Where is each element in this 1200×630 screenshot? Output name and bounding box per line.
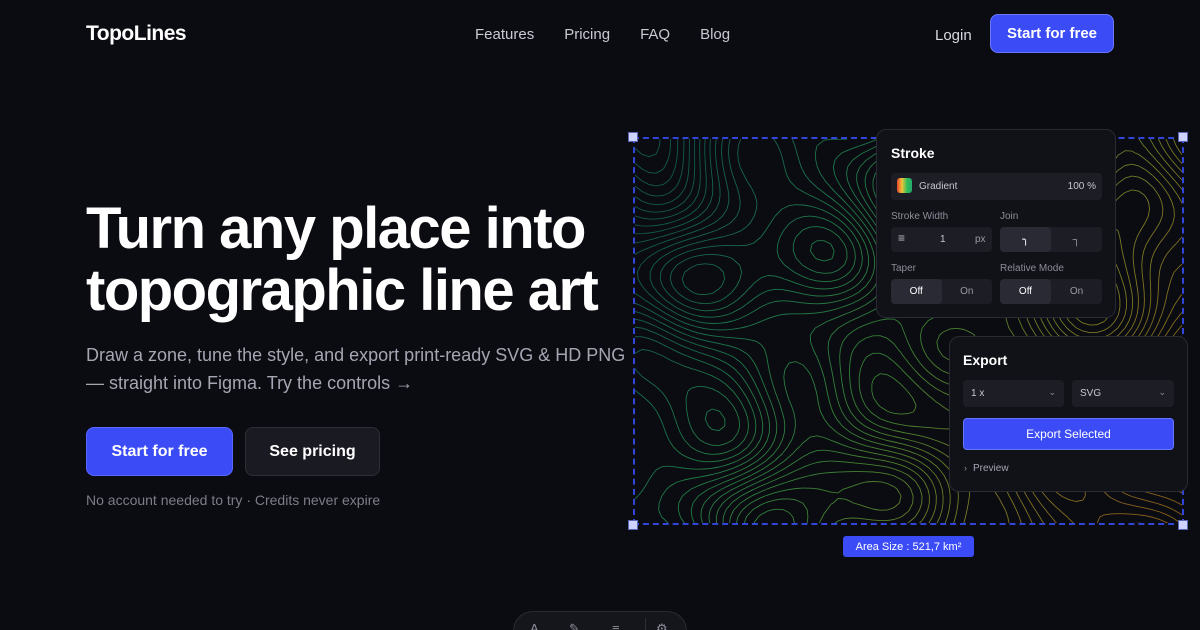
lines-icon: ≡ [898, 231, 906, 245]
stroke-panel: Stroke Gradient 100 % Stroke Width Join … [876, 129, 1116, 318]
hero-note: No account needed to try · Credits never… [86, 492, 381, 508]
export-panel-title: Export [963, 352, 1008, 368]
format-value: SVG [1080, 388, 1102, 399]
scale-value: 1 x [971, 388, 985, 399]
contour-line [662, 139, 776, 328]
contour-line [635, 139, 848, 500]
contour-line [658, 139, 881, 518]
join-round-option[interactable]: ╮ [1000, 227, 1051, 252]
resize-handle-bottom-right[interactable] [1178, 520, 1188, 530]
login-link[interactable]: Login [935, 27, 972, 44]
contour-line [635, 139, 706, 255]
contour-line [697, 159, 902, 504]
opacity-value: 100 % [1067, 181, 1096, 192]
stroke-width-input[interactable]: ≡ 1 px [891, 227, 992, 252]
join-label: Join [1000, 211, 1019, 222]
join-selector[interactable]: ╮ ┐ [1000, 227, 1102, 252]
relative-off-option[interactable]: Off [1000, 279, 1051, 304]
contour-line [704, 152, 902, 483]
gear-icon[interactable]: ⚙ [656, 621, 668, 630]
text-tool-icon[interactable]: A [530, 621, 539, 630]
contour-line [851, 159, 853, 162]
contour-line [658, 140, 874, 504]
contour-line [679, 189, 685, 196]
contour-line [760, 482, 769, 490]
contour-line [647, 139, 846, 483]
contour-line [651, 152, 800, 411]
preview-toggle[interactable]: › Preview [964, 463, 1009, 474]
join-miter-icon: ┐ [1072, 233, 1081, 246]
contour-line [637, 150, 846, 497]
taper-on-option[interactable]: On [942, 279, 993, 304]
resize-handle-bottom-left[interactable] [628, 520, 638, 530]
contour-line [658, 180, 852, 511]
contour-line [635, 140, 741, 315]
contour-line [785, 222, 888, 399]
hero-title: Turn any place into topographic line art [86, 196, 599, 323]
area-size-badge: Area Size : 521,7 km² [843, 536, 974, 557]
stroke-panel-title: Stroke [891, 145, 935, 161]
color-mode-value: Gradient [919, 181, 958, 192]
contour-line [648, 173, 748, 334]
contour-line [648, 180, 752, 354]
resize-handle-top-right[interactable] [1178, 132, 1188, 142]
contour-line [644, 145, 797, 403]
contour-line [677, 155, 874, 483]
contour-line [1131, 504, 1140, 508]
contour-line [655, 148, 853, 471]
top-navigation: TopoLines Features Pricing FAQ Blog Logi… [0, 0, 1200, 68]
export-selected-button[interactable]: Export Selected [963, 418, 1174, 450]
nav-links: Features Pricing FAQ Blog [475, 26, 730, 43]
join-round-icon: ╮ [1022, 234, 1029, 246]
taper-toggle[interactable]: Off On [891, 279, 992, 304]
contour-line [637, 146, 711, 273]
relative-mode-toggle[interactable]: Off On [1000, 279, 1102, 304]
logo[interactable]: TopoLines [86, 22, 187, 46]
export-panel: Export 1 x ⌄ SVG ⌄ Export Selected › Prev… [949, 336, 1188, 492]
format-select[interactable]: SVG ⌄ [1072, 380, 1174, 407]
chevron-down-icon: ⌄ [1048, 387, 1056, 397]
taper-off-option[interactable]: Off [891, 279, 942, 304]
stroke-width-unit: px [975, 234, 986, 245]
nav-start-for-free-button[interactable]: Start for free [990, 14, 1114, 53]
contour-line [635, 194, 741, 371]
nav-link-faq[interactable]: FAQ [640, 26, 670, 43]
color-mode-field[interactable]: Gradient 100 % [891, 173, 1102, 200]
nav-link-pricing[interactable]: Pricing [564, 26, 610, 43]
scale-select[interactable]: 1 x ⌄ [963, 380, 1064, 407]
stroke-width-label: Stroke Width [891, 211, 949, 222]
contour-line [738, 418, 741, 427]
contour-line [683, 145, 860, 441]
toolbar-divider [645, 618, 646, 630]
preview-label: Preview [973, 463, 1009, 474]
contour-line [635, 193, 756, 397]
layers-tool-icon[interactable]: ≡ [612, 621, 620, 630]
contour-line [682, 152, 881, 497]
brush-tool-icon[interactable]: ✎ [569, 621, 580, 630]
gradient-swatch-icon [897, 178, 912, 193]
contour-line [665, 145, 818, 406]
contour-line [699, 139, 895, 463]
nav-link-blog[interactable]: Blog [700, 26, 730, 43]
hero-subtitle: Draw a zone, tune the style, and export … [86, 345, 626, 393]
nav-link-features[interactable]: Features [475, 26, 534, 43]
join-miter-option[interactable]: ┐ [1051, 227, 1102, 252]
see-pricing-button[interactable]: See pricing [245, 427, 380, 476]
chevron-right-icon: › [964, 463, 967, 473]
resize-handle-top-left[interactable] [628, 132, 638, 142]
contour-line [648, 149, 798, 406]
bottom-toolbar: A ✎ ≡ ⚙ [513, 611, 687, 630]
contour-line [662, 139, 838, 434]
contour-line [669, 166, 787, 364]
chevron-down-icon: ⌄ [1158, 387, 1166, 397]
relative-mode-label: Relative Mode [1000, 263, 1064, 274]
stroke-width-value: 1 [940, 234, 946, 245]
contour-line [661, 145, 867, 497]
contour-line [683, 173, 790, 350]
contour-line [641, 159, 741, 329]
relative-on-option[interactable]: On [1051, 279, 1102, 304]
taper-label: Taper [891, 263, 917, 274]
start-for-free-button[interactable]: Start for free [86, 427, 233, 476]
